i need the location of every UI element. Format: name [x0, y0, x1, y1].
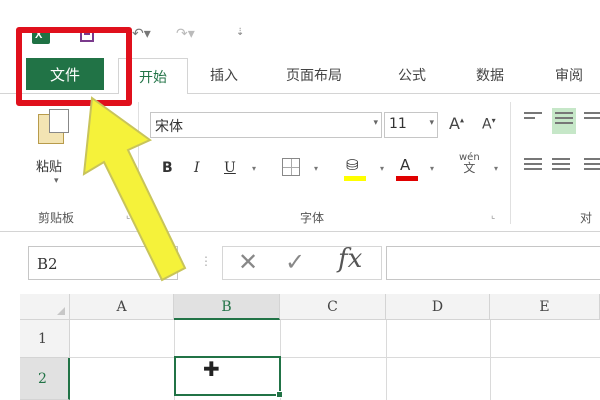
italic-button[interactable]: I	[194, 160, 200, 176]
phonetic-bottom: 文	[463, 161, 476, 175]
paste-icon[interactable]	[38, 109, 69, 144]
chevron-down-icon[interactable]: ▾	[430, 164, 434, 173]
alignment-group-label: 对	[580, 211, 593, 225]
tab-insert[interactable]: 插入	[210, 65, 238, 85]
font-color-button[interactable]: A	[400, 156, 410, 174]
align-middle-icon[interactable]	[552, 108, 576, 134]
align-bottom-icon[interactable]	[584, 112, 600, 122]
group-divider	[138, 102, 139, 224]
font-color-swatch	[396, 176, 418, 181]
chevron-down-icon[interactable]: ▾	[373, 118, 378, 128]
align-center-icon[interactable]	[552, 158, 570, 173]
chevron-down-icon[interactable]: ▾	[380, 164, 384, 173]
paste-button-label[interactable]: 粘贴	[36, 156, 62, 175]
chevron-down-icon[interactable]: ▾	[429, 118, 434, 128]
gridline	[70, 357, 600, 358]
row-header-1[interactable]: 1	[20, 320, 70, 358]
column-header-c[interactable]: C	[280, 294, 386, 320]
clipboard-group-label: 剪贴板	[38, 211, 75, 225]
align-left-icon[interactable]	[524, 158, 542, 173]
align-right-icon[interactable]	[584, 158, 600, 173]
tab-review[interactable]: 审阅	[555, 65, 583, 85]
column-header-d[interactable]: D	[386, 294, 490, 320]
tab-page-layout[interactable]: 页面布局	[286, 65, 342, 85]
shrink-font-button[interactable]: A▾	[482, 116, 496, 133]
undo-icon[interactable]: ↶▾	[132, 26, 151, 42]
borders-icon[interactable]	[282, 158, 300, 176]
highlight-box	[16, 27, 132, 106]
customize-dropdown-icon[interactable]: ⇣	[236, 27, 244, 38]
fill-color-swatch	[344, 176, 366, 181]
formula-input[interactable]	[386, 246, 600, 280]
worksheet-grid: A B C D E 1 2 ✚	[0, 292, 600, 400]
redo-icon[interactable]: ↷▾	[176, 26, 195, 42]
enter-icon[interactable]: ✓	[285, 248, 305, 276]
column-header-e[interactable]: E	[490, 294, 600, 320]
row-header-2[interactable]: 2	[20, 358, 70, 400]
font-launcher-icon[interactable]: ⌞	[491, 211, 495, 221]
shrink-font-label: A	[482, 116, 492, 133]
font-group-label: 字体	[300, 211, 325, 225]
font-name-select[interactable]: 宋体 ▾	[150, 112, 382, 138]
fill-color-icon[interactable]: ⛁	[346, 156, 359, 174]
chevron-down-icon[interactable]: ▾	[314, 164, 318, 173]
column-header-b[interactable]: B	[174, 294, 280, 320]
column-header-a[interactable]: A	[70, 294, 174, 320]
phonetic-guide-button[interactable]: wén 文	[459, 152, 480, 174]
formula-bar-grip-icon[interactable]: ⋮	[200, 254, 212, 268]
font-size-select[interactable]: 11 ▾	[384, 112, 438, 138]
chevron-down-icon[interactable]: ▾	[166, 259, 171, 269]
underline-button[interactable]: U	[224, 160, 236, 176]
gridline	[490, 320, 491, 400]
tab-formulas[interactable]: 公式	[398, 65, 426, 85]
format-painter-icon[interactable]	[90, 130, 100, 148]
cancel-icon[interactable]: ✕	[238, 248, 258, 276]
insert-function-icon[interactable]: fx	[338, 244, 362, 274]
name-box-value: B2	[37, 255, 58, 273]
bold-button[interactable]: B	[162, 160, 173, 176]
grow-font-label: A	[449, 114, 460, 133]
font-name-value: 宋体	[155, 119, 183, 135]
gridline	[386, 320, 387, 400]
chevron-down-icon[interactable]: ▾	[252, 164, 256, 173]
tab-data[interactable]: 数据	[476, 65, 504, 85]
align-top-icon[interactable]	[524, 112, 542, 122]
ribbon-home: 粘贴 ▾ 剪贴板 ⌞ 宋体 ▾ 11 ▾ A▴ A▾ B I U ▾ ▾ ⛁ ▾…	[0, 94, 600, 232]
group-divider	[510, 102, 511, 224]
grow-font-button[interactable]: A▴	[449, 114, 464, 133]
name-box[interactable]: B2 ▾	[28, 246, 178, 280]
clipboard-launcher-icon[interactable]: ⌞	[126, 211, 130, 221]
active-cell-b2[interactable]	[174, 356, 281, 396]
select-all-button[interactable]	[20, 294, 70, 320]
cell-select-cursor-icon: ✚	[203, 357, 220, 381]
fill-handle[interactable]	[276, 391, 283, 398]
font-size-value: 11	[389, 116, 407, 132]
chevron-down-icon[interactable]: ▾	[494, 164, 498, 173]
formula-bar: B2 ▾ ⋮ ✕ ✓ fx	[0, 232, 600, 292]
paste-dropdown-icon[interactable]: ▾	[54, 176, 59, 186]
